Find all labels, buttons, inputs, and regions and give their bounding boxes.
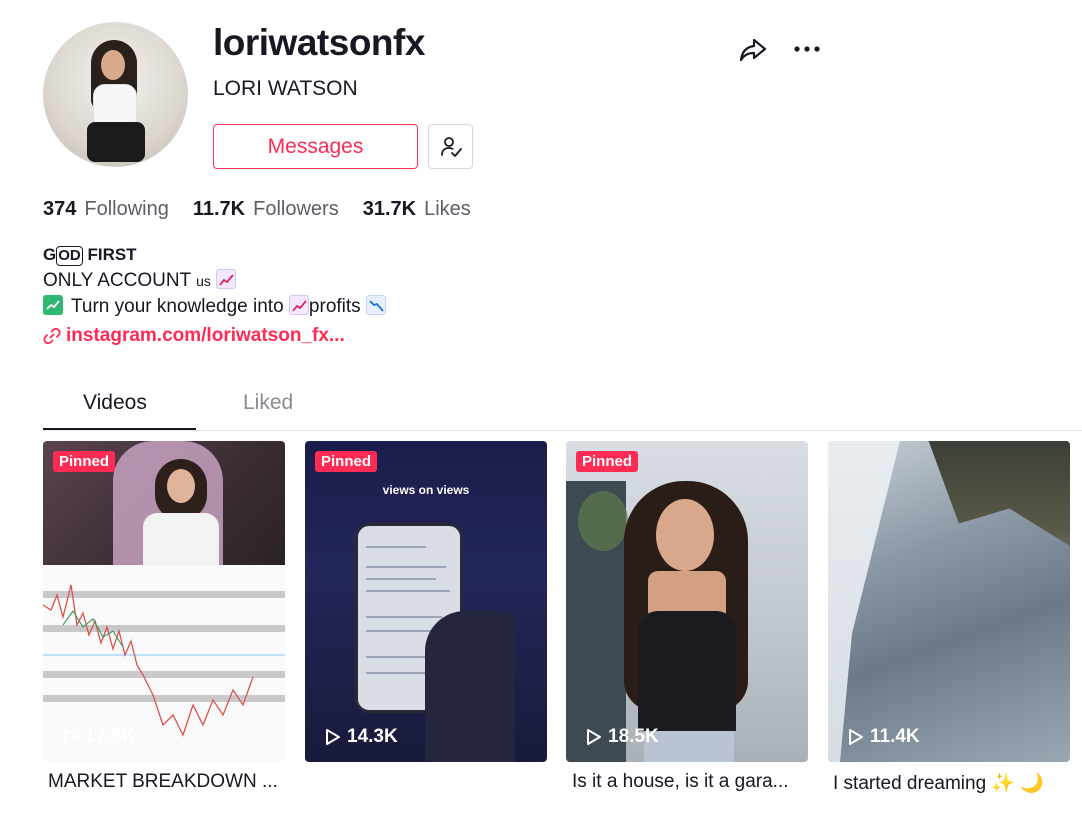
messages-button[interactable]: Messages — [213, 124, 418, 169]
play-icon — [849, 729, 863, 745]
stat-likes: 31.7K Likes — [363, 198, 471, 221]
stat-followers[interactable]: 11.7K Followers — [193, 198, 339, 221]
profile-link-text: instagram.com/loriwatson_fx... — [66, 325, 345, 346]
active-tab-indicator — [43, 428, 196, 430]
more-icon — [794, 46, 820, 52]
followers-count: 11.7K — [192, 198, 246, 220]
video-card[interactable]: views on views Pinned 14.3K — [305, 441, 547, 762]
play-icon — [587, 729, 601, 745]
bio-line-3: Turn your knowledge into profits — [43, 294, 386, 320]
video-caption[interactable]: MARKET BREAKDOWN ... — [48, 771, 278, 793]
profile-link[interactable]: instagram.com/loriwatson_fx... — [43, 325, 345, 347]
chart-up-icon — [216, 269, 237, 289]
view-count: 18.5K — [586, 726, 659, 748]
link-icon — [43, 327, 61, 345]
likes-label: Likes — [424, 198, 471, 220]
play-icon — [326, 729, 340, 745]
play-icon — [64, 729, 78, 745]
following-count: 374 — [43, 198, 77, 220]
pinned-badge: Pinned — [315, 451, 378, 472]
following-status-button[interactable] — [428, 124, 473, 169]
thumbnail-overlay-text: views on views — [382, 483, 470, 497]
share-icon — [739, 38, 767, 62]
more-button[interactable] — [790, 34, 824, 64]
money-chart-icon — [43, 295, 63, 315]
followers-label: Followers — [253, 198, 339, 220]
video-caption[interactable]: I started dreaming ✨ 🌙 — [833, 771, 1044, 795]
stat-following[interactable]: 374 Following — [43, 198, 169, 221]
likes-count: 31.7K — [362, 198, 417, 220]
user-check-icon — [440, 136, 462, 157]
video-card[interactable]: Pinned 18.5K — [566, 441, 808, 762]
bio-line-2: ONLY ACCOUNT us — [43, 268, 386, 294]
chart-up-icon — [288, 295, 309, 315]
video-card[interactable]: Pinned 17.8K — [43, 441, 285, 762]
pinned-badge: Pinned — [53, 451, 116, 472]
view-count: 11.4K — [848, 726, 920, 748]
bio-line-1: G OD FIRST — [43, 245, 137, 266]
chart-down-icon — [365, 295, 386, 315]
bio: G OD FIRST ONLY ACCOUNT us Turn your know… — [43, 242, 386, 320]
view-count: 17.8K — [63, 726, 136, 748]
avatar-legs — [87, 122, 145, 162]
username: loriwatsonfx — [213, 22, 425, 63]
avatar[interactable] — [43, 22, 188, 167]
following-label: Following — [84, 198, 169, 220]
profile-tabs: Videos Liked — [43, 385, 1082, 431]
nickname: LORI WATSON — [213, 77, 358, 100]
video-caption[interactable]: Is it a house, is it a gara... — [572, 771, 789, 793]
pinned-badge: Pinned — [576, 451, 639, 472]
tab-liked[interactable]: Liked — [243, 391, 293, 415]
profile-stats: 374 Following 11.7K Followers 31.7K Like… — [43, 198, 495, 221]
video-card[interactable]: 11.4K — [828, 441, 1070, 762]
avatar-face — [101, 50, 125, 80]
share-button[interactable] — [737, 34, 769, 66]
view-count: 14.3K — [325, 726, 398, 748]
tab-videos[interactable]: Videos — [83, 391, 147, 415]
